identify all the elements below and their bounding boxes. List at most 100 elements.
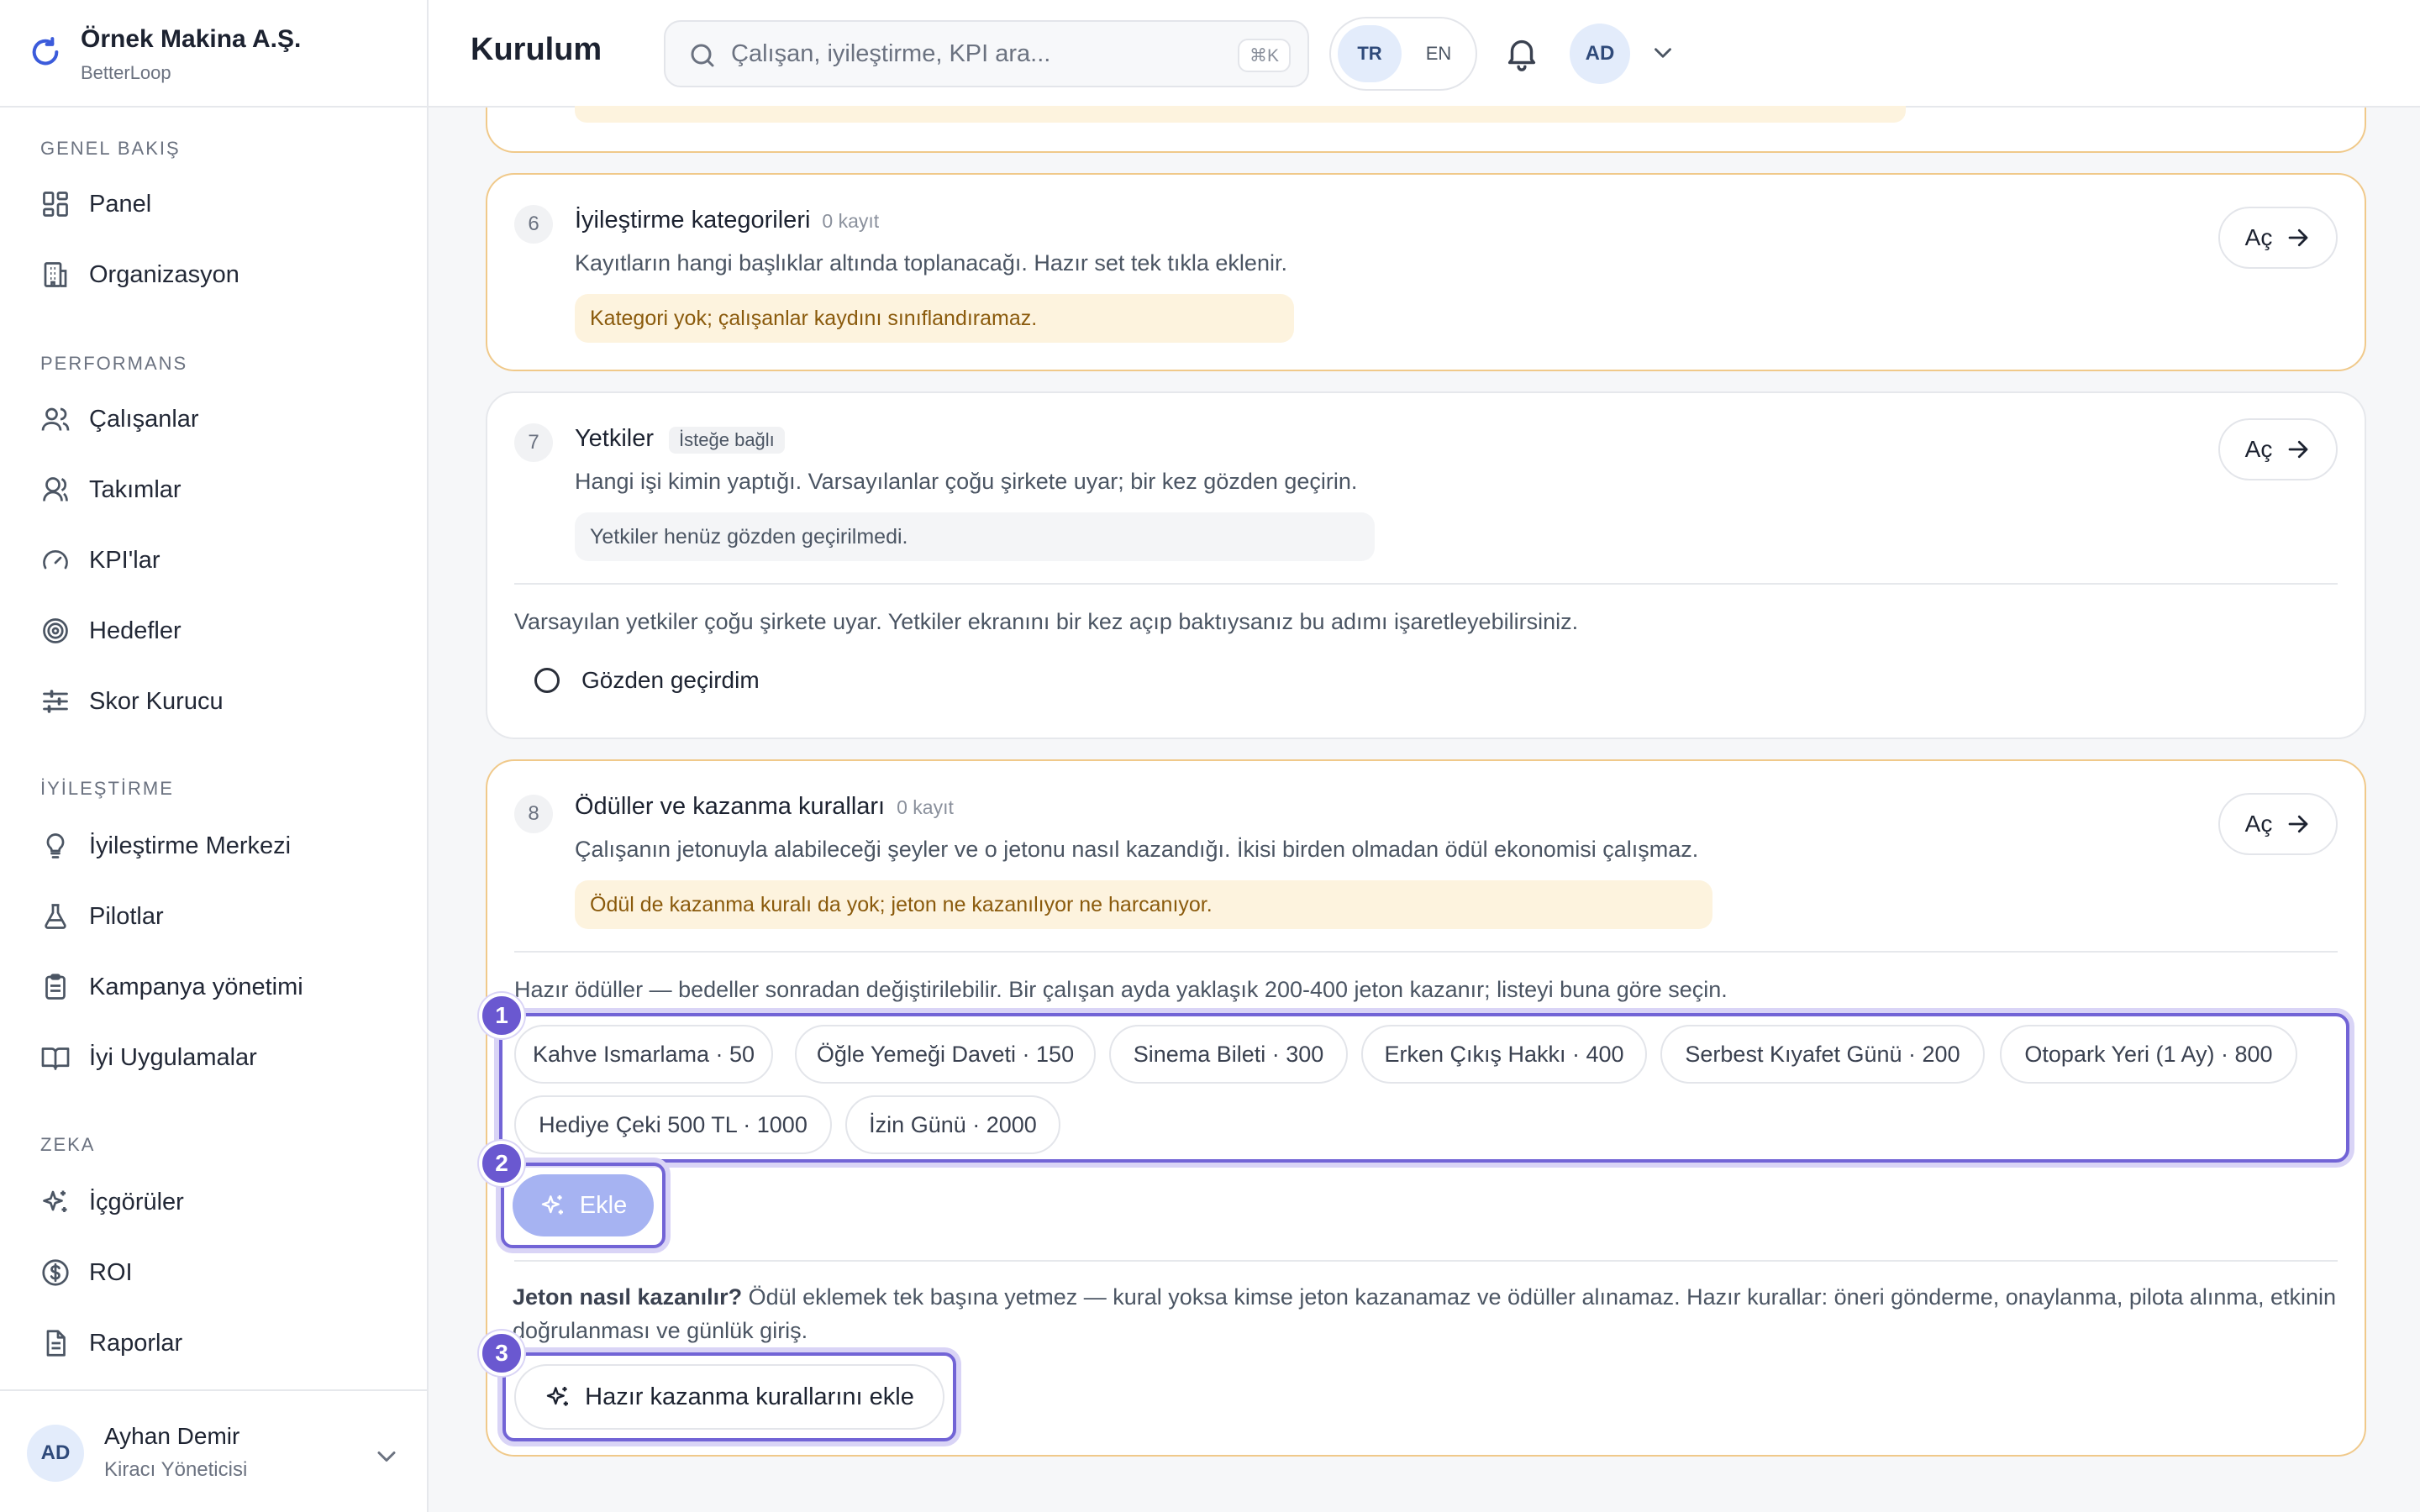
sparkles-icon bbox=[546, 1387, 569, 1406]
nav-group-zeka: ZEKA bbox=[40, 1134, 96, 1155]
building-icon bbox=[39, 258, 72, 291]
sidebar-item-label: İyi Uygulamalar bbox=[89, 1043, 257, 1071]
sidebar-item-pilotlar[interactable]: Pilotlar bbox=[20, 889, 407, 944]
step-marker-1: 1 bbox=[479, 993, 524, 1038]
step-number: 7 bbox=[514, 423, 553, 462]
step-description: Kayıtların hangi başlıklar altında topla… bbox=[575, 250, 1287, 276]
search-box[interactable]: ⌘K bbox=[664, 20, 1309, 87]
divider bbox=[514, 951, 2338, 953]
brand-header[interactable]: Örnek Makina A.Ş. BetterLoop bbox=[0, 0, 427, 108]
sidebar-item-label: Raporlar bbox=[89, 1329, 183, 1357]
avatar: AD bbox=[27, 1425, 84, 1482]
step-title-text: Ödüller ve kazanma kuralları bbox=[575, 793, 886, 820]
reward-chip[interactable]: Öğle Yemeği Daveti · 150 bbox=[795, 1025, 1096, 1084]
step-title-text: İyileştirme kategorileri bbox=[575, 207, 811, 234]
sidebar-item-iyilestirme-merkezi[interactable]: İyileştirme Merkezi bbox=[20, 818, 407, 874]
user-name: Ayhan Demir bbox=[104, 1423, 240, 1449]
sidebar-item-label: İçgörüler bbox=[89, 1188, 184, 1215]
sidebar-item-iyi-uygulamalar[interactable]: İyi Uygulamalar bbox=[20, 1030, 407, 1085]
reviewed-radio[interactable]: Gözden geçirdim bbox=[534, 667, 760, 694]
target-icon bbox=[39, 614, 72, 648]
step-card-5-partial bbox=[486, 106, 2366, 153]
reward-chip[interactable]: Kahve Ismarlama · 50 bbox=[514, 1025, 773, 1084]
sidebar-item-calisanlar[interactable]: Çalışanlar bbox=[20, 391, 407, 447]
step-record-count: 0 kayıt bbox=[897, 796, 954, 818]
sidebar-item-raporlar[interactable]: Raporlar bbox=[20, 1315, 407, 1371]
flask-icon bbox=[39, 900, 72, 933]
step-marker-3: 3 bbox=[479, 1331, 524, 1376]
step-title-text: Yetkiler bbox=[575, 425, 655, 452]
open-button-label: Aç bbox=[2244, 224, 2273, 250]
sidebar-item-panel[interactable]: Panel bbox=[20, 176, 407, 232]
reward-chip[interactable]: Otopark Yeri (1 Ay) · 800 bbox=[2000, 1025, 2297, 1084]
sparkles-icon bbox=[39, 1185, 72, 1219]
brand-name: Örnek Makina A.Ş. bbox=[81, 25, 302, 53]
sidebar-item-label: Organizasyon bbox=[89, 260, 239, 288]
brand-subtitle: BetterLoop bbox=[81, 62, 171, 83]
open-step-6-button[interactable]: Aç bbox=[2218, 207, 2338, 269]
open-step-8-button[interactable]: Aç bbox=[2218, 793, 2338, 855]
step-description: Hangi işi kimin yaptığı. Varsayılanlar ç… bbox=[575, 469, 1358, 494]
sidebar-item-icgoruler[interactable]: İçgörüler bbox=[20, 1174, 407, 1230]
open-button-label: Aç bbox=[2244, 811, 2273, 837]
sidebar: Örnek Makina A.Ş. BetterLoop GENEL BAKIŞ… bbox=[0, 0, 429, 1512]
sidebar-item-kpilar[interactable]: KPI'lar bbox=[20, 533, 407, 588]
sidebar-item-label: Panel bbox=[89, 190, 152, 218]
search-icon bbox=[691, 44, 714, 67]
gauge-icon bbox=[39, 543, 72, 577]
lang-en-button[interactable]: EN bbox=[1407, 25, 1470, 82]
nav-group-performans: PERFORMANS bbox=[40, 353, 188, 374]
divider bbox=[514, 1260, 2338, 1262]
search-input[interactable] bbox=[729, 30, 1200, 77]
rules-button-label: Hazır kazanma kurallarını ekle bbox=[585, 1383, 914, 1410]
radio-circle[interactable] bbox=[534, 668, 560, 693]
arrow-right-icon bbox=[2288, 440, 2308, 459]
step-card-7: 7 Yetkiler İsteğe bağlı Hangi işi kimin y… bbox=[486, 391, 2366, 739]
lang-tr-button[interactable]: TR bbox=[1338, 25, 1402, 82]
reward-chip[interactable]: Serbest Kıyafet Günü · 200 bbox=[1660, 1025, 1985, 1084]
open-step-7-button[interactable]: Aç bbox=[2218, 418, 2338, 480]
sidebar-item-hedefler[interactable]: Hedefler bbox=[20, 603, 407, 659]
sidebar-item-kampanya-yonetimi[interactable]: Kampanya yönetimi bbox=[20, 959, 407, 1015]
step-title: Ödüller ve kazanma kuralları 0 kayıt bbox=[575, 793, 954, 821]
reward-chip[interactable]: İzin Günü · 2000 bbox=[845, 1095, 1060, 1154]
user-menu[interactable]: AD Ayhan Demir Kiracı Yöneticisi bbox=[0, 1389, 427, 1512]
earning-title: Jeton nasıl kazanılır? bbox=[513, 1284, 743, 1310]
step-number: 6 bbox=[514, 205, 553, 244]
chevron-down-icon[interactable] bbox=[371, 1441, 402, 1472]
sidebar-item-takimlar[interactable]: Takımlar bbox=[20, 462, 407, 517]
sliders-icon bbox=[39, 685, 72, 718]
chevron-down-icon[interactable] bbox=[1649, 39, 1677, 67]
step-warning-notice: Kategori yok; çalışanlar kaydını sınıfla… bbox=[575, 294, 1294, 343]
presets-intro: Hazır ödüller — bedeller sonradan değişt… bbox=[514, 977, 1728, 1002]
document-icon bbox=[39, 1326, 72, 1360]
team-icon bbox=[39, 473, 72, 507]
dollar-icon bbox=[39, 1256, 72, 1289]
arrow-right-icon bbox=[2288, 228, 2308, 247]
sidebar-item-organizasyon[interactable]: Organizasyon bbox=[20, 247, 407, 302]
sparkles-icon bbox=[541, 1195, 563, 1215]
step-info-notice: Yetkiler henüz gözden geçirilmedi. bbox=[575, 512, 1375, 561]
user-role: Kiracı Yöneticisi bbox=[104, 1458, 248, 1481]
users-icon bbox=[39, 402, 72, 436]
add-earning-rules-button[interactable]: Hazır kazanma kurallarını ekle bbox=[514, 1364, 944, 1430]
add-rewards-button[interactable]: Ekle bbox=[513, 1174, 654, 1236]
reward-chip[interactable]: Hediye Çeki 500 TL · 1000 bbox=[514, 1095, 832, 1154]
optional-badge: İsteğe bağlı bbox=[669, 427, 785, 454]
reward-chip[interactable]: Erken Çıkış Hakkı · 400 bbox=[1361, 1025, 1647, 1084]
earning-explanation: Jeton nasıl kazanılır? Ödül eklemek tek … bbox=[513, 1280, 2344, 1347]
sidebar-item-roi[interactable]: ROI bbox=[20, 1245, 407, 1300]
header-avatar[interactable]: AD bbox=[1570, 24, 1630, 84]
search-shortcut: ⌘K bbox=[1237, 39, 1291, 72]
step-card-6: 6 İyileştirme kategorileri 0 kayıt Kayıtl… bbox=[486, 173, 2366, 371]
language-toggle: TR EN bbox=[1329, 17, 1477, 91]
sidebar-item-label: Skor Kurucu bbox=[89, 687, 224, 715]
book-icon bbox=[39, 1041, 72, 1074]
open-button-label: Aç bbox=[2244, 436, 2273, 462]
step-record-count: 0 kayıt bbox=[822, 210, 880, 232]
bell-icon[interactable] bbox=[1502, 34, 1541, 72]
dashboard-icon bbox=[39, 187, 72, 221]
reward-chip[interactable]: Sinema Bileti · 300 bbox=[1109, 1025, 1348, 1084]
sidebar-item-skor-kurucu[interactable]: Skor Kurucu bbox=[20, 674, 407, 729]
lightbulb-icon bbox=[39, 829, 72, 863]
